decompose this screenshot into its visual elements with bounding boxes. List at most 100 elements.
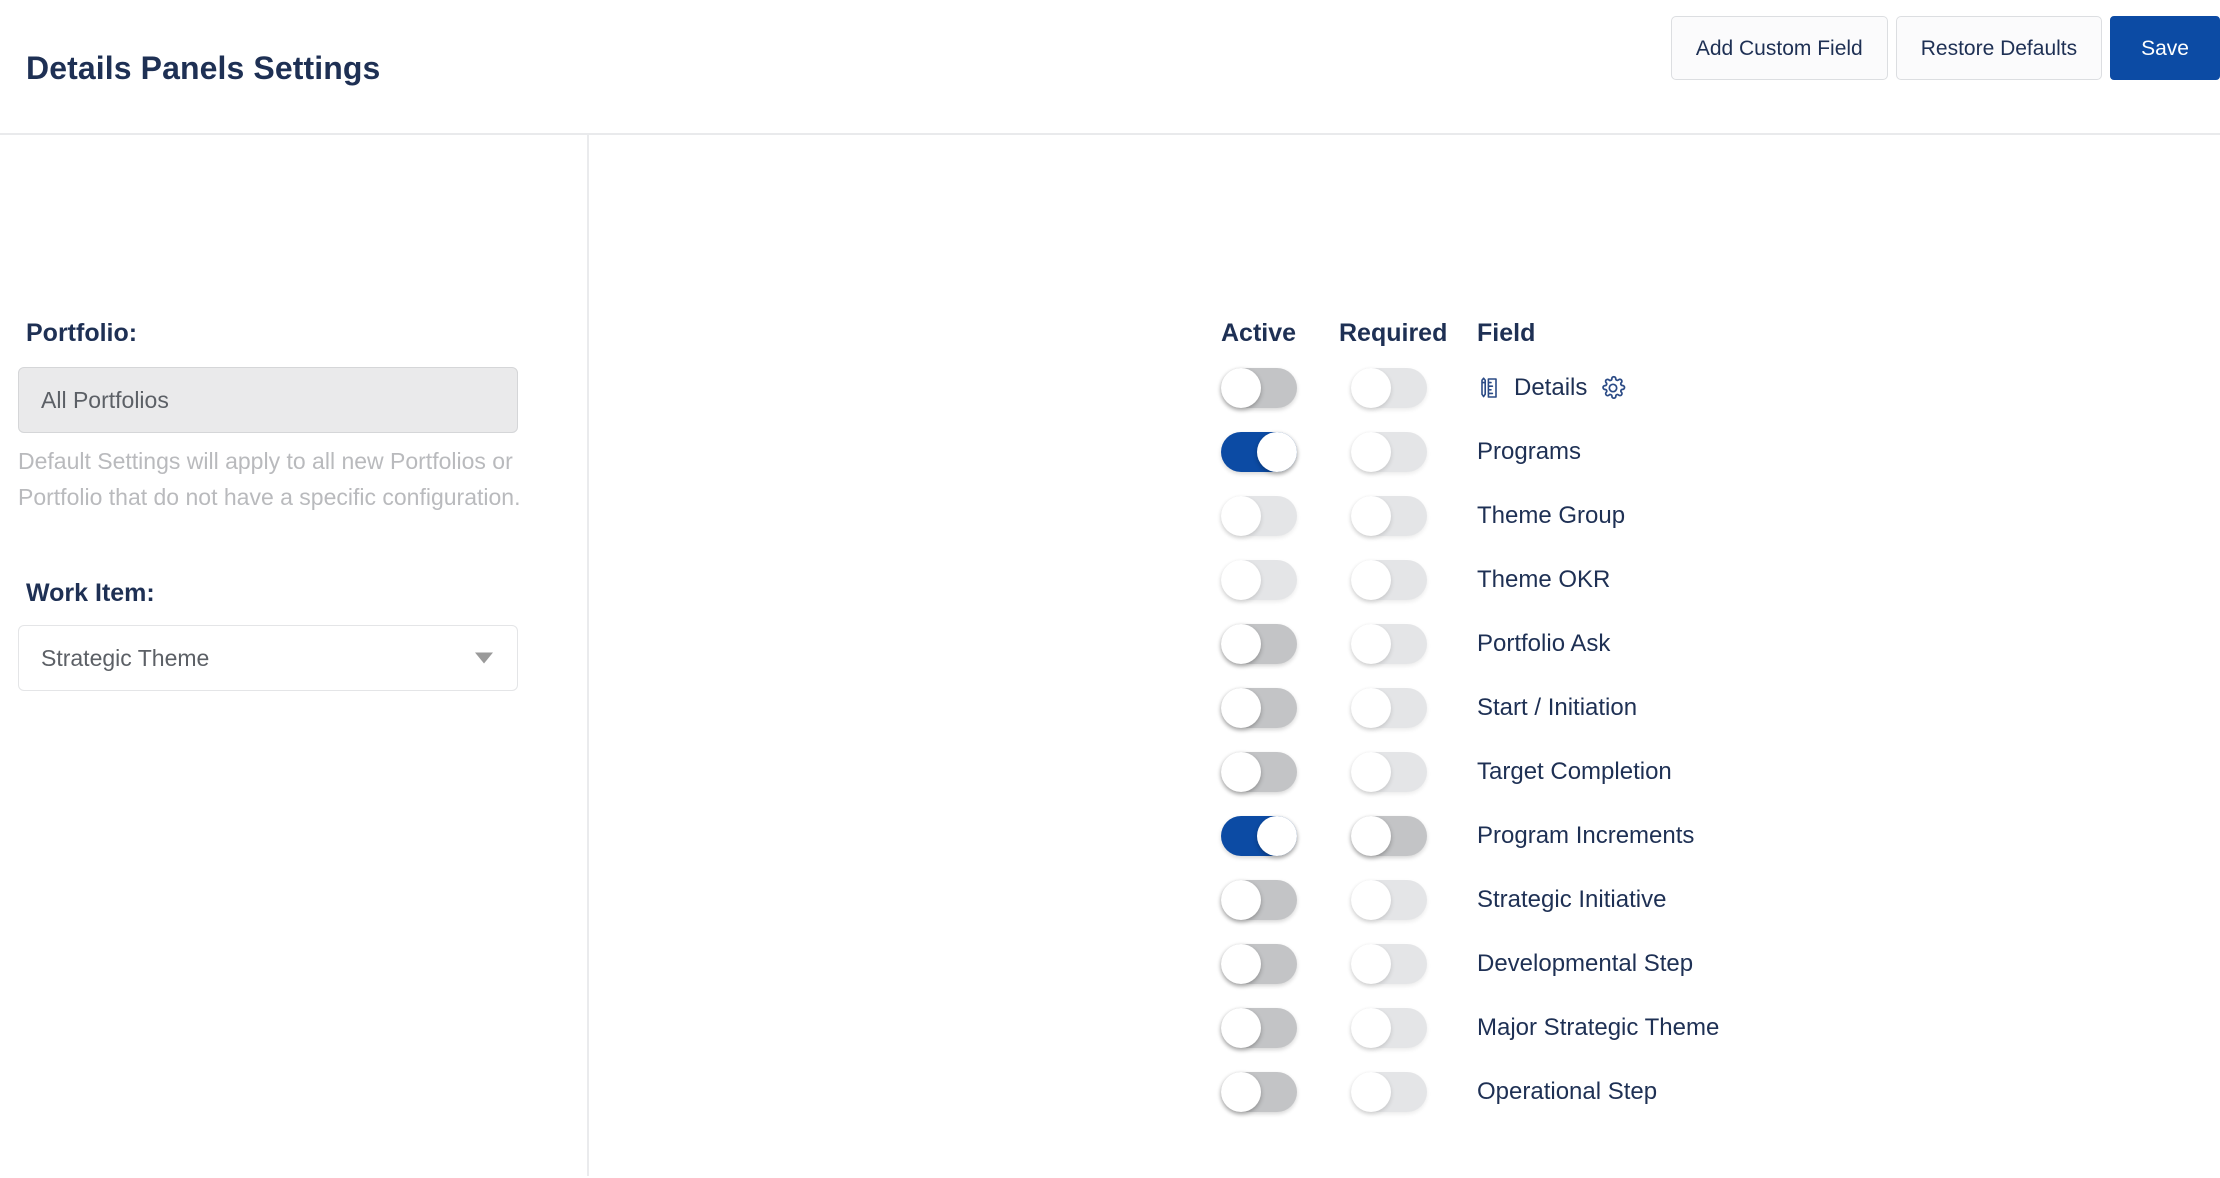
save-button[interactable]: Save	[2110, 16, 2220, 80]
field-label: Target Completion	[1477, 758, 1672, 785]
toggle-knob	[1221, 1008, 1261, 1048]
field-cell: Details	[1477, 368, 1626, 408]
active-toggle[interactable]	[1221, 432, 1297, 472]
required-cell	[1351, 752, 1427, 792]
table-row: Major Strategic Theme	[589, 1008, 2220, 1072]
field-label: Details	[1514, 374, 1588, 401]
field-cell: Major Strategic Theme	[1477, 1008, 1719, 1048]
table-row: Operational Step	[589, 1072, 2220, 1136]
table-row: Theme OKR	[589, 560, 2220, 624]
toggle-knob	[1351, 496, 1391, 536]
details-panel-icon	[1477, 376, 1501, 400]
field-label: Operational Step	[1477, 1078, 1658, 1105]
field-cell: Target Completion	[1477, 752, 1672, 792]
required-cell	[1351, 496, 1427, 536]
field-cell: Portfolio Ask	[1477, 624, 1610, 664]
table-row: Programs	[589, 432, 2220, 496]
toggle-knob	[1351, 752, 1391, 792]
add-custom-field-button[interactable]: Add Custom Field	[1670, 16, 1888, 80]
required-cell	[1351, 624, 1427, 664]
required-cell	[1351, 368, 1427, 408]
field-cell: Theme Group	[1477, 496, 1625, 536]
toggle-knob	[1351, 944, 1391, 984]
active-cell	[1221, 368, 1297, 408]
field-cell: Start / Initiation	[1477, 688, 1637, 728]
field-label: Portfolio Ask	[1477, 630, 1611, 657]
toggle-knob	[1351, 432, 1391, 472]
required-cell	[1351, 560, 1427, 600]
field-label: Theme OKR	[1477, 566, 1611, 593]
field-label: Major Strategic Theme	[1477, 1014, 1720, 1041]
active-toggle[interactable]	[1221, 560, 1297, 600]
active-toggle[interactable]	[1221, 1072, 1297, 1112]
active-toggle[interactable]	[1221, 624, 1297, 664]
required-toggle[interactable]	[1351, 496, 1427, 536]
active-toggle[interactable]	[1221, 368, 1297, 408]
toggle-knob	[1221, 560, 1261, 600]
table-row: Theme Group	[589, 496, 2220, 560]
required-toggle[interactable]	[1351, 944, 1427, 984]
page-title: Details Panels Settings	[26, 50, 381, 86]
toggle-knob	[1221, 944, 1261, 984]
header-actions: Add Custom Field Restore Defaults Save	[1670, 16, 2220, 80]
work-item-select-value: Strategic Theme	[41, 644, 210, 671]
active-toggle[interactable]	[1221, 496, 1297, 536]
active-toggle[interactable]	[1221, 880, 1297, 920]
toggle-knob	[1221, 1072, 1261, 1112]
required-toggle[interactable]	[1351, 816, 1427, 856]
active-toggle[interactable]	[1221, 944, 1297, 984]
toggle-knob	[1221, 496, 1261, 536]
required-toggle[interactable]	[1351, 624, 1427, 664]
active-cell	[1221, 816, 1297, 856]
table-row: Start / Initiation	[589, 688, 2220, 752]
required-toggle[interactable]	[1351, 688, 1427, 728]
work-item-label: Work Item:	[26, 579, 155, 607]
active-cell	[1221, 1072, 1297, 1112]
toggle-knob	[1351, 368, 1391, 408]
toggle-knob	[1221, 688, 1261, 728]
required-cell	[1351, 688, 1427, 728]
portfolio-label: Portfolio:	[26, 319, 138, 347]
restore-defaults-button[interactable]: Restore Defaults	[1895, 16, 2103, 80]
work-item-select[interactable]: Strategic Theme	[18, 625, 518, 691]
field-label: Programs	[1477, 438, 1582, 465]
portfolio-select[interactable]: All Portfolios	[18, 367, 518, 433]
required-toggle[interactable]	[1351, 368, 1427, 408]
column-header-field: Field	[1477, 319, 1536, 347]
toggle-knob	[1257, 816, 1297, 856]
table-row: Target Completion	[589, 752, 2220, 816]
required-toggle[interactable]	[1351, 880, 1427, 920]
required-toggle[interactable]	[1351, 1072, 1427, 1112]
settings-sidebar: Portfolio: All Portfolios Default Settin…	[0, 135, 589, 1176]
field-label: Strategic Initiative	[1477, 886, 1667, 913]
toggle-knob	[1351, 560, 1391, 600]
required-toggle[interactable]	[1351, 560, 1427, 600]
active-toggle[interactable]	[1221, 752, 1297, 792]
required-cell	[1351, 880, 1427, 920]
page-header: Details Panels Settings Add Custom Field…	[0, 0, 2220, 135]
active-toggle[interactable]	[1221, 1008, 1297, 1048]
toggle-knob	[1351, 880, 1391, 920]
chevron-down-icon	[475, 652, 493, 664]
toggle-knob	[1351, 624, 1391, 664]
field-cell: Programs	[1477, 432, 1581, 472]
fields-panel: Active Required Field Details Programs The…	[589, 135, 2220, 1176]
toggle-knob	[1221, 752, 1261, 792]
required-toggle[interactable]	[1351, 752, 1427, 792]
required-cell	[1351, 944, 1427, 984]
gear-icon[interactable]	[1600, 375, 1626, 401]
active-cell	[1221, 1008, 1297, 1048]
active-cell	[1221, 944, 1297, 984]
toggle-knob	[1221, 624, 1261, 664]
toggle-knob	[1351, 1072, 1391, 1112]
field-cell: Theme OKR	[1477, 560, 1610, 600]
required-toggle[interactable]	[1351, 1008, 1427, 1048]
field-cell: Program Increments	[1477, 816, 1694, 856]
required-toggle[interactable]	[1351, 432, 1427, 472]
active-cell	[1221, 560, 1297, 600]
table-row: Portfolio Ask	[589, 624, 2220, 688]
active-toggle[interactable]	[1221, 688, 1297, 728]
required-cell	[1351, 432, 1427, 472]
active-toggle[interactable]	[1221, 816, 1297, 856]
table-row: Strategic Initiative	[589, 880, 2220, 944]
